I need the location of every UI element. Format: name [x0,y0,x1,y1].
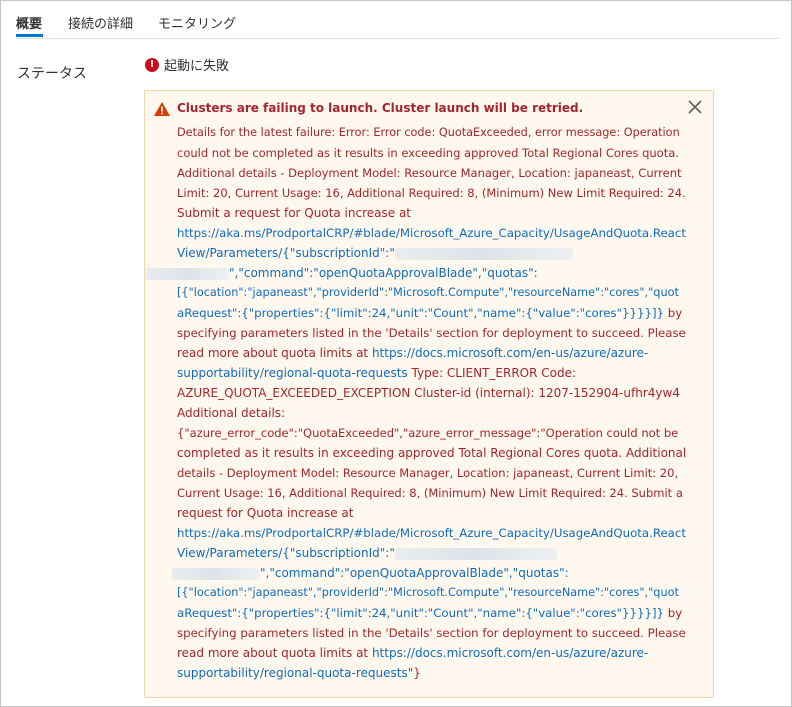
quota-request-link[interactable]: [{"location":"japaneast","providerId":"M… [177,283,687,303]
close-icon[interactable] [686,98,704,116]
alert-line: completed as it results in exceeding app… [177,446,687,460]
alert-line: AZURE_QUOTA_EXCEEDED_EXCEPTION Cluster-i… [177,386,680,400]
redacted-subscription-id [172,567,260,580]
alert-line: Limit: 20, Current Usage: 16, Additional… [177,186,686,200]
alert-title: Clusters are failing to launch. Cluster … [177,101,584,115]
quota-docs-link[interactable]: https://docs.microsoft.com/en-us/azure/a… [372,646,648,660]
quota-request-link[interactable]: View/Parameters/{"subscriptionId":" [177,543,687,563]
quota-request-link[interactable]: View/Parameters/{"subscriptionId":" [177,243,687,263]
tab-overview[interactable]: 概要 [16,13,42,32]
quota-request-link[interactable]: https://aka.ms/ProdportalCRP/#blade/Micr… [177,523,687,543]
active-tab-indicator [16,34,43,37]
quota-request-link[interactable]: [{"location":"japaneast","providerId":"M… [177,583,687,603]
quota-request-link[interactable]: https://aka.ms/ProdportalCRP/#blade/Micr… [177,223,687,243]
status-value: ! 起動に失敗 [145,55,229,74]
tab-bar: 概要 接続の詳細 モニタリング [16,8,780,39]
quota-request-link[interactable]: aRequest":{"properties":{"limit":24,"uni… [177,303,687,323]
alert-line: supportability/regional-quota-requests T… [177,366,577,380]
quota-docs-link[interactable]: supportability/regional-quota-requests [177,366,408,380]
quota-request-link[interactable]: aRequest":{"properties":{"limit":24,"uni… [177,603,687,623]
alert-line: specifying parameters listed in the 'Det… [177,326,686,340]
alert-line: Additional details: [177,406,286,420]
alert-line: Submit a request for Quota increase at [177,206,412,220]
tab-connection-details[interactable]: 接続の詳細 [68,13,133,32]
alert-line: read more about quota limits at https://… [177,646,649,660]
warning-triangle-icon [154,102,170,116]
alert-details: Details for the latest failure: Error: E… [145,123,687,683]
alert-line: Additional details - Deployment Model: R… [177,166,682,180]
alert-line: Details for the latest failure: Error: E… [177,126,680,139]
quota-docs-link[interactable]: supportability/regional-quota-requests [177,666,408,680]
status-label: ステータス [17,66,87,82]
tab-monitoring[interactable]: モニタリング [158,13,236,32]
redacted-subscription-id [394,547,557,560]
error-alert: Clusters are failing to launch. Cluster … [144,90,714,698]
quota-request-link[interactable]: ","command":"openQuotaApprovalBlade","qu… [145,263,687,283]
alert-line: read more about quota limits at https://… [177,346,649,360]
alert-line: supportability/regional-quota-requests"} [177,666,421,680]
redacted-subscription-id [145,267,229,280]
quota-docs-link[interactable]: https://docs.microsoft.com/en-us/azure/a… [372,346,648,360]
alert-line: specifying parameters listed in the 'Det… [177,626,686,640]
error-circle-icon: ! [145,57,159,72]
redacted-subscription-id [394,247,573,260]
alert-line: could not be completed as it results in … [177,146,679,160]
alert-line: Current Usage: 16, Additional Required: … [177,486,683,500]
quota-request-link[interactable]: ","command":"openQuotaApprovalBlade","qu… [172,563,687,583]
status-text: 起動に失敗 [164,59,230,74]
alert-line: request for Quota increase at [177,506,354,520]
alert-line: details - Deployment Model: Resource Man… [177,466,679,480]
alert-line: {"azure_error_code":"QuotaExceeded","azu… [177,426,679,440]
